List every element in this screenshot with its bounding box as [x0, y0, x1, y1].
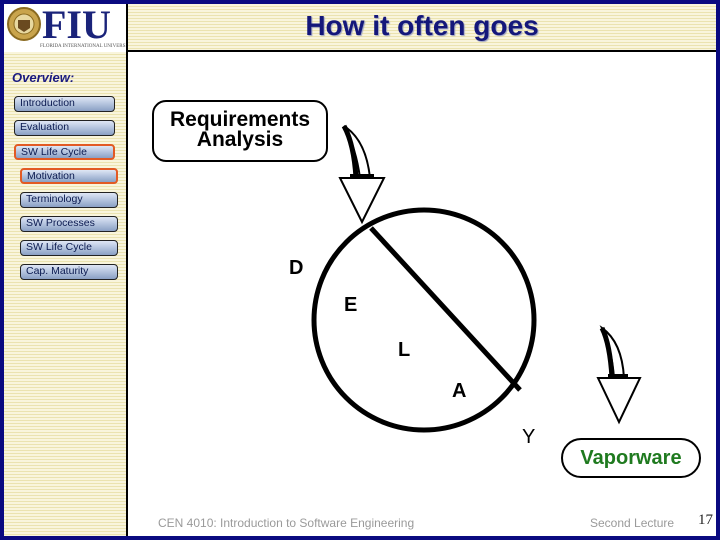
vaporware-label: Vaporware: [580, 447, 682, 469]
sidebar-item-motivation[interactable]: Motivation: [20, 168, 118, 184]
requirements-analysis-label: Requirements Analysis: [154, 108, 326, 151]
page-title: How it often goes: [305, 10, 539, 41]
vaporware-box: Vaporware: [561, 438, 701, 478]
cycle-diagonal-line: [369, 226, 522, 392]
sidebar-item-terminology[interactable]: Terminology: [20, 192, 118, 208]
slide: FIU FLORIDA INTERNATIONAL UNIVERSITY How…: [4, 2, 716, 536]
start-label-line2: Analysis: [196, 128, 284, 151]
sidebar-item-cap-maturity[interactable]: Cap. Maturity: [20, 264, 118, 280]
fiu-seal-icon: FIU FLORIDA INTERNATIONAL UNIVERSITY: [7, 2, 134, 49]
requirements-analysis-box: Requirements Analysis: [152, 100, 328, 162]
sidebar-heading: Overview:: [12, 70, 75, 85]
delay-cycle-circle: [311, 207, 537, 433]
fiu-logo: FIU FLORIDA INTERNATIONAL UNIVERSITY: [4, 2, 134, 52]
letter-l: L: [398, 339, 411, 361]
start-label-line1: Requirements: [169, 108, 311, 131]
sidebar-item-label: SW Life Cycle: [21, 146, 87, 158]
sidebar-item-label: Evaluation: [20, 121, 70, 133]
sidebar-item-label: Motivation: [27, 170, 75, 182]
header: FIU FLORIDA INTERNATIONAL UNIVERSITY How…: [4, 2, 716, 52]
sidebar-item-label: SW Processes: [26, 217, 95, 229]
sidebar-item-label: Terminology: [26, 193, 83, 205]
main-content: Requirements Analysis D E L A Y Vaporwar…: [128, 52, 716, 536]
sidebar-item-label: Cap. Maturity: [26, 265, 89, 277]
letter-e: E: [344, 294, 358, 316]
letter-a: A: [452, 380, 467, 402]
sidebar-item-evaluation[interactable]: Evaluation: [14, 120, 115, 136]
sidebar-item-sw-life-cycle[interactable]: SW Life Cycle: [14, 144, 115, 160]
sidebar-item-sw-life-cycle-2[interactable]: SW Life Cycle: [20, 240, 118, 256]
page-number: 17: [698, 512, 713, 528]
footer-lecture: Second Lecture: [590, 516, 675, 530]
footer-course: CEN 4010: Introduction to Software Engin…: [158, 516, 415, 530]
sidebar-item-label: Introduction: [20, 97, 75, 109]
letter-d: D: [289, 257, 304, 279]
sidebar-item-sw-processes[interactable]: SW Processes: [20, 216, 118, 232]
sidebar-item-introduction[interactable]: Introduction: [14, 96, 115, 112]
down-arrow-icon: [338, 124, 386, 225]
sidebar: Overview: Introduction Evaluation SW Lif…: [4, 52, 128, 536]
logo-subtitle: FLORIDA INTERNATIONAL UNIVERSITY: [40, 44, 126, 49]
letter-y: Y: [522, 426, 536, 448]
logo-text: FIU: [42, 4, 111, 47]
sidebar-item-label: SW Life Cycle: [26, 241, 92, 253]
down-arrow-icon: [596, 325, 642, 425]
